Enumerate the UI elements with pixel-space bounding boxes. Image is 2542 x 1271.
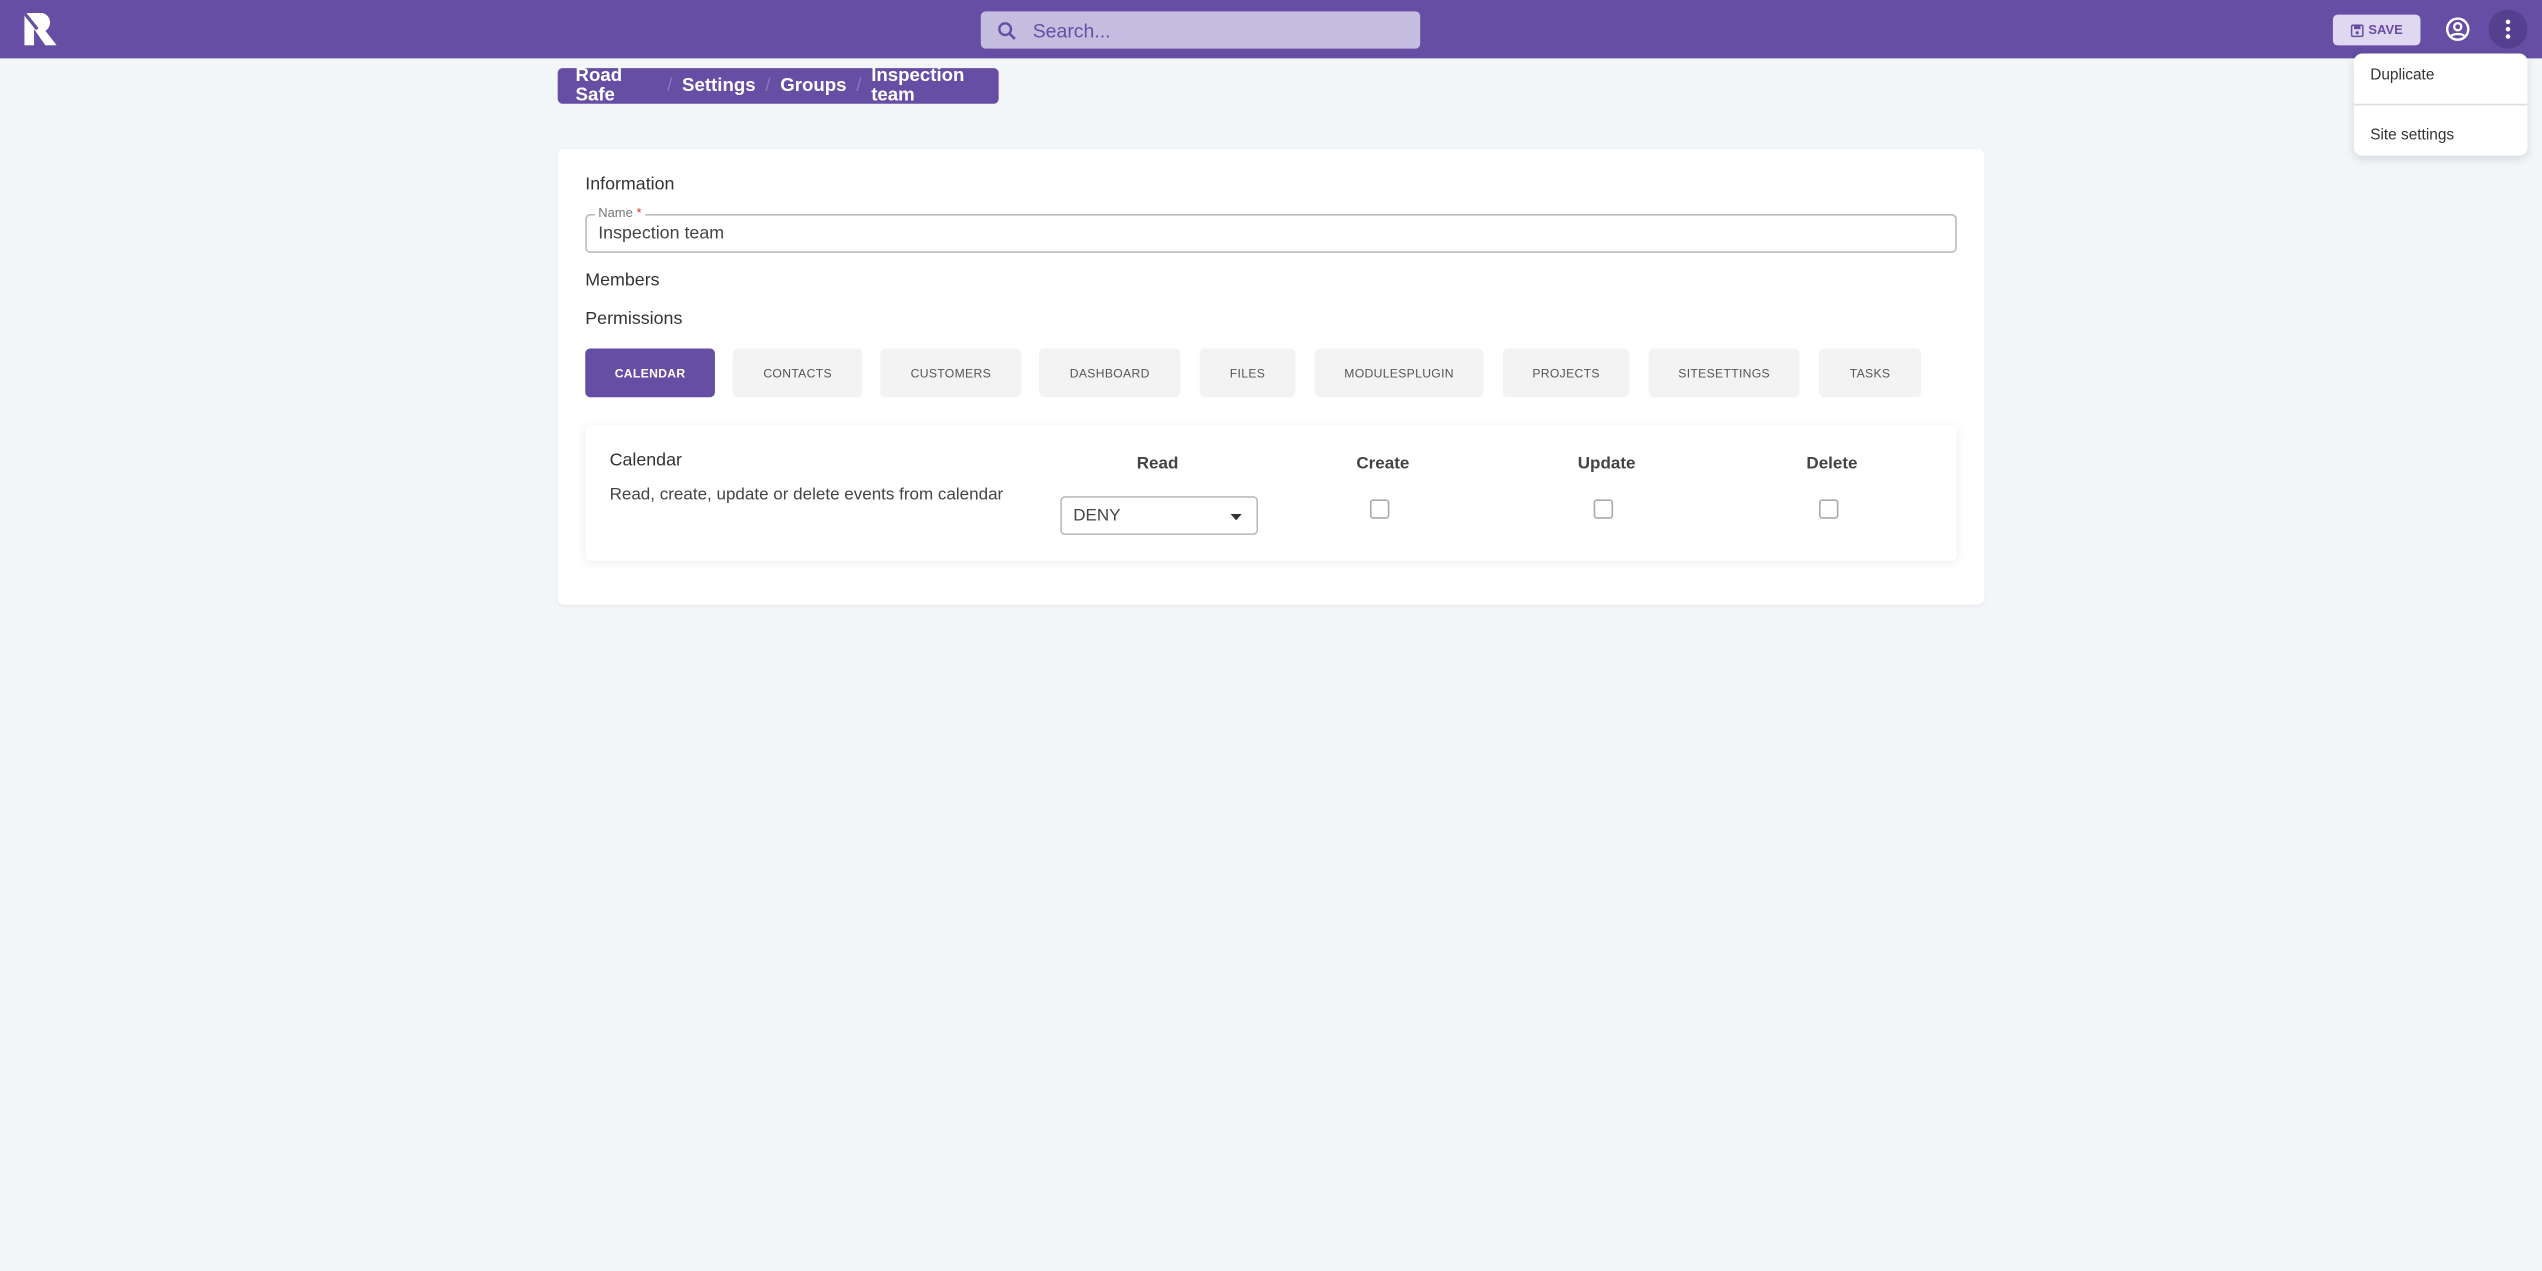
- breadcrumb-separator: /: [667, 76, 673, 96]
- breadcrumb-groups[interactable]: Groups: [780, 76, 846, 95]
- create-checkbox[interactable]: [1369, 499, 1390, 519]
- tab-sitesettings[interactable]: SITESETTINGS: [1648, 348, 1800, 398]
- create-column-header: Create: [1356, 453, 1410, 474]
- update-checkbox[interactable]: [1593, 499, 1614, 519]
- more-options-menu: Duplicate Site settings: [2353, 53, 2528, 156]
- more-options-button[interactable]: [2488, 9, 2528, 49]
- permission-description: Read, create, update or delete events fr…: [609, 484, 1004, 505]
- permissions-heading: Permissions: [585, 309, 683, 330]
- search-icon: [998, 21, 1016, 40]
- read-column-header: Read: [1136, 453, 1179, 474]
- update-column-header: Update: [1577, 453, 1636, 474]
- delete-checkbox[interactable]: [1818, 499, 1839, 519]
- breadcrumb: Road Safe / Settings / Groups / Inspection …: [557, 66, 999, 106]
- read-permission-select[interactable]: DENY: [1060, 496, 1259, 535]
- breadcrumb-current: Inspection team: [871, 66, 965, 106]
- tab-customers[interactable]: CUSTOMERS: [880, 348, 1022, 398]
- menu-item-site-settings[interactable]: Site settings: [2370, 126, 2454, 144]
- group-form-card: Information Name * Inspection team Membe…: [557, 149, 1985, 605]
- tab-files[interactable]: FILES: [1199, 348, 1296, 398]
- more-vert-icon: [2505, 19, 2511, 39]
- tab-contacts[interactable]: CONTACTS: [732, 348, 863, 398]
- tab-calendar[interactable]: CALENDAR: [585, 348, 715, 398]
- menu-item-duplicate[interactable]: Duplicate: [2370, 66, 2434, 84]
- save-icon: [2350, 23, 2364, 37]
- search-input[interactable]: [1029, 17, 1393, 43]
- dropdown-arrow-icon: [1230, 513, 1242, 521]
- tab-dashboard[interactable]: DASHBOARD: [1039, 348, 1181, 398]
- members-heading: Members: [585, 270, 660, 291]
- name-input[interactable]: Inspection team: [598, 224, 724, 243]
- save-button[interactable]: SAVE: [2332, 14, 2421, 46]
- permission-row-card: Calendar Read, create, update or delete …: [585, 424, 1957, 561]
- breadcrumb-separator: /: [765, 76, 771, 96]
- permission-title: Calendar: [609, 450, 682, 471]
- information-heading: Information: [585, 175, 675, 195]
- tab-projects[interactable]: PROJECTS: [1502, 348, 1630, 398]
- breadcrumb-road-safe[interactable]: Road Safe: [576, 66, 658, 105]
- search-bar[interactable]: [980, 11, 1421, 49]
- read-permission-value: DENY: [1073, 505, 1121, 526]
- name-field[interactable]: Name * Inspection team: [585, 205, 1957, 253]
- menu-divider: [2353, 103, 2528, 106]
- breadcrumb-settings[interactable]: Settings: [682, 76, 756, 95]
- breadcrumb-separator: /: [856, 76, 862, 96]
- top-app-bar: SAVE: [0, 0, 2542, 59]
- delete-column-header: Delete: [1806, 453, 1858, 474]
- app-logo[interactable]: [24, 12, 57, 46]
- name-label: Name *: [594, 205, 645, 221]
- tab-tasks[interactable]: TASKS: [1818, 348, 1922, 398]
- save-label: SAVE: [2368, 22, 2403, 38]
- tab-modulesplugin[interactable]: MODULESPLUGIN: [1314, 348, 1484, 398]
- account-icon[interactable]: [2445, 16, 2471, 42]
